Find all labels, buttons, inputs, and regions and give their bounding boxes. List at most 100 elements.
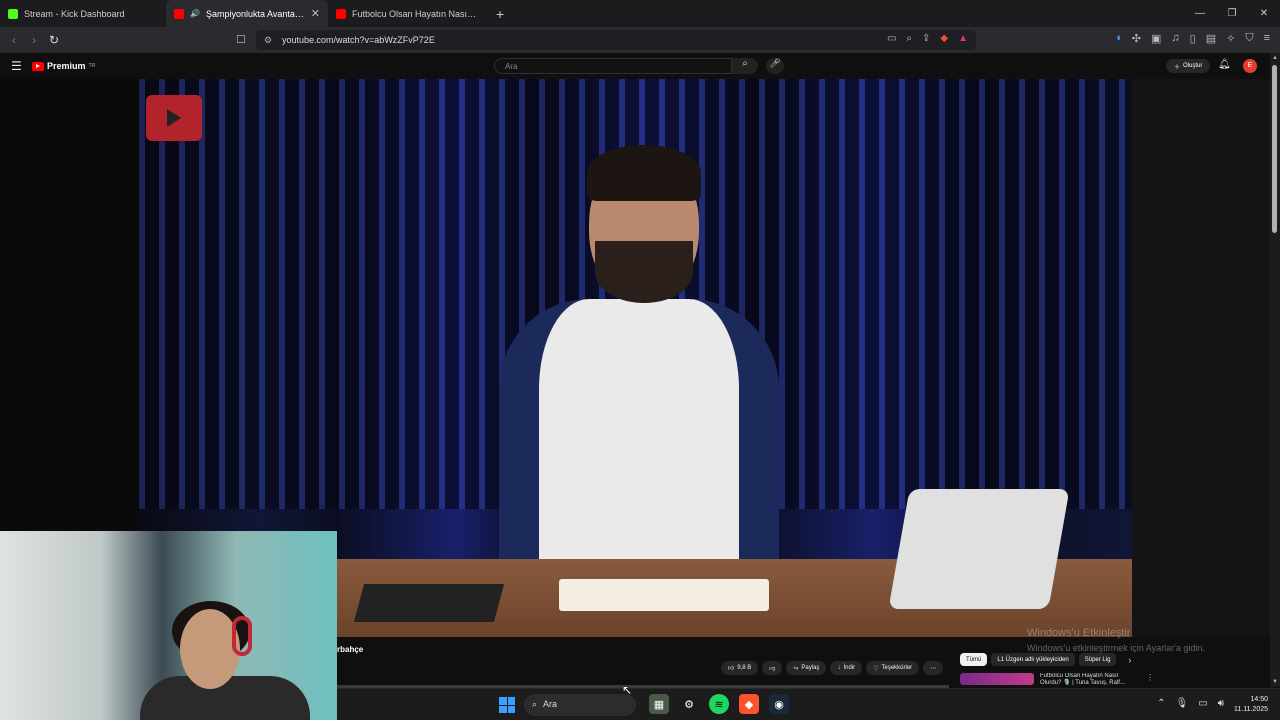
- share-icon[interactable]: ⇪: [922, 33, 930, 44]
- system-tray: ⌃ 🎙︎ ▭ 🔊︎: [1157, 698, 1224, 709]
- minimize-icon[interactable]: —: [1184, 0, 1216, 27]
- new-tab-button[interactable]: +: [486, 6, 514, 22]
- more-vert-icon[interactable]: ⋮: [1146, 673, 1154, 687]
- network-icon[interactable]: ▭: [1198, 698, 1207, 709]
- recommended-title[interactable]: Futbolcu Olsan Hayatın Nasıl Olurdu? 🎙️ …: [1040, 673, 1140, 685]
- steam-icon[interactable]: ◉: [769, 694, 789, 714]
- search-input[interactable]: Ara: [494, 58, 732, 74]
- more-actions-button[interactable]: ⋯: [923, 661, 944, 675]
- create-button[interactable]: ＋ Oluştur: [1166, 59, 1211, 73]
- recommended-thumbnail[interactable]: [960, 673, 1034, 685]
- share-button[interactable]: ↪ Paylaş: [786, 661, 827, 675]
- windows-activation-watermark: Windows'u Etkinleştir Windows'u etkinleş…: [1027, 626, 1205, 656]
- notifications-bell-icon[interactable]: 🔔︎: [1218, 59, 1231, 70]
- back-icon[interactable]: ‹: [4, 33, 24, 47]
- plus-icon: ＋: [1174, 64, 1181, 71]
- scrollbar-thumb[interactable]: [1272, 65, 1277, 233]
- planner-notebook: [353, 584, 505, 622]
- mouse-cursor-icon: ↖: [622, 683, 633, 697]
- brave-shield-icon[interactable]: ◆: [940, 33, 948, 44]
- youtube-header: ☰ Premium TR Ara ⌕ 🎤︎ ＋ Oluştur 🔔︎ E: [0, 53, 1270, 79]
- taskbar-clock[interactable]: 14:50 11.11.2025: [1234, 695, 1268, 715]
- thanks-label: Teşekkürler: [881, 665, 913, 671]
- browser-tab-bar: Stream - Kick Dashboard 🔊 Şampiyonlukta …: [0, 0, 1280, 27]
- heart-dollar-icon: ♡: [873, 665, 879, 672]
- chevron-up-icon[interactable]: ⌃: [1157, 698, 1165, 709]
- file-manager-icon[interactable]: ▦: [649, 694, 669, 714]
- like-count: 9,8 B: [737, 665, 752, 671]
- tab-kick-dashboard[interactable]: Stream - Kick Dashboard: [0, 0, 166, 27]
- tablet-stand: [888, 489, 1070, 609]
- window-controls: — ❐ ✕: [1184, 0, 1280, 27]
- microphone-icon[interactable]: 🎙︎: [1176, 698, 1189, 709]
- presenter-jacket: [499, 299, 779, 569]
- windows-start-icon[interactable]: [499, 697, 515, 713]
- youtube-icon: [336, 8, 346, 19]
- streamer-face: [180, 609, 240, 689]
- kick-icon: [8, 8, 18, 19]
- logo-country: TR: [88, 63, 96, 69]
- activation-line-1: Windows'u Etkinleştir: [1027, 627, 1131, 639]
- address-bar[interactable]: ⚙ youtube.com/watch?v=abWzZFvP72E ▭ ⌕ ⇪ …: [256, 30, 976, 50]
- url-text: youtube.com/watch?v=abWzZFvP72E: [282, 35, 435, 45]
- hamburger-menu-icon[interactable]: ☰: [11, 59, 22, 73]
- screenshot-icon[interactable]: ▣: [1151, 32, 1161, 45]
- menu-icon[interactable]: ≡: [1264, 32, 1270, 45]
- brave-browser-icon[interactable]: ◆: [739, 694, 759, 714]
- download-icon: ↓: [837, 665, 841, 671]
- like-button[interactable]: 👍︎ 9,8 B: [721, 661, 759, 675]
- music-icon[interactable]: ♫: [1171, 32, 1179, 45]
- avatar[interactable]: E: [1243, 59, 1257, 73]
- volume-icon[interactable]: 🔊︎: [1218, 698, 1224, 709]
- chevron-right-icon[interactable]: ›: [1128, 655, 1131, 665]
- youtube-premium-logo[interactable]: Premium TR: [32, 61, 95, 71]
- close-tab-icon[interactable]: ✕: [311, 7, 320, 20]
- ai-icon[interactable]: ✧: [1226, 32, 1235, 45]
- steelseries-icon[interactable]: ⚙: [679, 694, 699, 714]
- brave-rewards-icon[interactable]: ▲: [958, 33, 968, 44]
- dislike-button[interactable]: 👎︎: [762, 661, 783, 675]
- presenter-hair: [587, 145, 701, 201]
- open-notebook: [559, 579, 769, 611]
- thanks-button[interactable]: ♡ Teşekkürler: [866, 661, 920, 675]
- cast-icon[interactable]: ▭: [887, 33, 896, 44]
- thumbs-up-icon: 👍︎: [728, 666, 735, 672]
- address-bar-icons: ▭ ⌕ ⇪ ◆ ▲: [887, 33, 968, 44]
- vpn-icon[interactable]: ⛉: [1245, 32, 1253, 45]
- clock-time: 14:50: [1250, 696, 1268, 703]
- extensions-icon[interactable]: ✣: [1132, 32, 1141, 45]
- tab-futbolcu[interactable]: Futbolcu Olsan Hayatın Nasıl Olurdu: [328, 0, 486, 27]
- bookmark-icon[interactable]: ☐: [236, 33, 246, 46]
- tab-label: Stream - Kick Dashboard: [24, 8, 125, 19]
- scroll-up-icon[interactable]: ▲: [1272, 55, 1278, 61]
- recommended-video[interactable]: Futbolcu Olsan Hayatın Nasıl Olurdu? 🎙️ …: [960, 673, 1230, 687]
- search-button[interactable]: ⌕: [732, 58, 758, 74]
- restore-icon[interactable]: ❐: [1216, 0, 1248, 27]
- extensions-area: ◖ ✣ ▣ ♫ ▯ ▤ ✧ ⛉ ≡: [1115, 32, 1270, 45]
- zoom-icon[interactable]: ⌕: [906, 33, 912, 44]
- streamer-headset: [232, 616, 252, 656]
- taskbar-search-label: Ara: [543, 699, 558, 709]
- wallet-icon[interactable]: ▤: [1206, 32, 1216, 45]
- create-label: Oluştur: [1183, 63, 1203, 69]
- download-label: İndir: [843, 665, 856, 671]
- spotify-icon[interactable]: ≋: [709, 694, 729, 714]
- scroll-down-icon[interactable]: ▼: [1272, 679, 1278, 685]
- page-scrollbar[interactable]: ▲ ▼: [1270, 53, 1280, 687]
- tab-label: Futbolcu Olsan Hayatın Nasıl Olurdu: [352, 8, 478, 19]
- taskbar-search[interactable]: ⌕ Ara: [524, 694, 636, 716]
- tab-sampiyonluk[interactable]: 🔊 Şampiyonlukta Avantaj Kimde ✕: [166, 0, 328, 27]
- site-info-icon[interactable]: ⚙: [264, 35, 272, 46]
- channel-watermark-logo: [146, 95, 202, 141]
- chip-all[interactable]: Tümü: [960, 653, 988, 666]
- leo-icon[interactable]: ◖: [1115, 32, 1122, 45]
- download-button[interactable]: ↓ İndir: [830, 661, 863, 675]
- forward-icon[interactable]: ›: [24, 33, 44, 47]
- reload-icon[interactable]: ↻: [44, 33, 64, 47]
- sidebar-icon[interactable]: ▯: [1190, 32, 1196, 45]
- more-icon: ⋯: [930, 665, 937, 672]
- voice-search-icon[interactable]: 🎤︎: [766, 58, 784, 74]
- close-window-icon[interactable]: ✕: [1248, 0, 1280, 27]
- tab-label: Şampiyonlukta Avantaj Kimde: [205, 8, 305, 19]
- clock-date: 11.11.2025: [1234, 706, 1268, 713]
